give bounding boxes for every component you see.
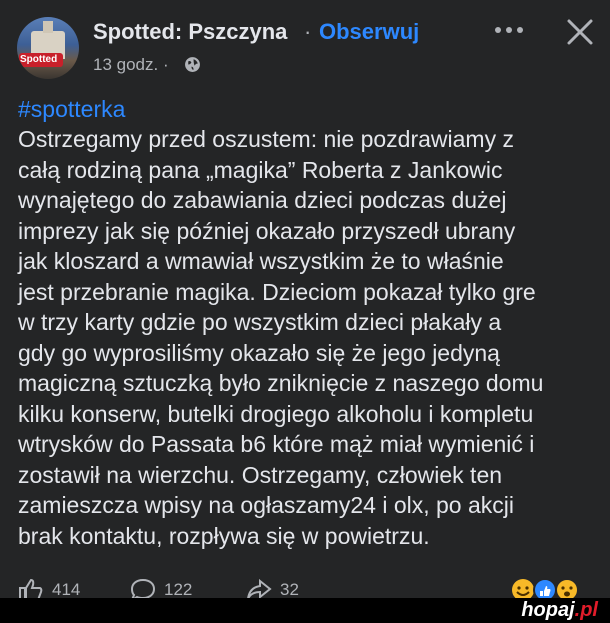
like-button[interactable]: 414 [18,578,80,598]
post-header: Spotted Spotted: Pszczyna · Obserwuj 13 … [0,0,610,90]
close-icon[interactable] [565,17,595,47]
like-count: 414 [52,580,81,598]
post-line: w trzy karty gdzie po wszystkim dzieci p… [18,309,502,335]
post-line: zamieszcza wpisy na ogłaszamy24 i olx, p… [18,492,514,518]
avatar-text: Spotted [20,54,58,65]
post-line: całą rodziną pana „magika” Roberta z Jan… [18,156,503,183]
post-line: gdy go wyprosiliśmy okazało się że jego … [18,339,500,366]
comment-button[interactable]: 122 [130,578,192,598]
follow-button[interactable]: Obserwuj [319,19,419,45]
like-icon [19,578,43,598]
post-line: Ostrzegamy przed oszustem: nie pozdrawia… [18,126,514,152]
post-line: kilku konserw, butelki drogiego alkoholu… [18,400,534,427]
watermark-bar: hopaj.pl [0,598,610,623]
reactions-icon[interactable] [511,577,591,598]
watermark-logo: hopaj.pl [521,598,598,622]
comment-icon [130,578,156,598]
share-icon [247,578,272,598]
watermark-tld: .pl [574,599,598,621]
page-name[interactable]: Spotted: Pszczyna [93,19,287,45]
share-button[interactable]: 32 [246,578,299,598]
post-line: jest przebranie magika. Dzieciom pokazał… [18,278,536,305]
page-avatar[interactable]: Spotted [17,17,79,79]
comment-count: 122 [164,580,193,598]
post-actions: 414 122 32 [0,576,610,598]
more-icon[interactable] [492,20,526,40]
post-timestamp[interactable]: 13 godz. · [93,55,169,75]
title-separator: · [304,19,312,44]
post-line: wynajętego do zabawiania dzieci podczas … [18,187,507,213]
post-line: zostawił na wierzchu. Ostrzegamy, człowi… [18,461,503,488]
post-line: wtrysków do Passata b6 które mąż miał wy… [18,431,535,457]
watermark-brand: hopaj [521,599,575,621]
post-line: imprezy jak się później okazało przyszed… [18,217,516,244]
globe-icon [185,57,200,72]
hashtag-link[interactable]: #spotterka [18,95,125,123]
share-count: 32 [280,580,299,598]
post-line: brak kontaktu, rozpływa się w powietrzu. [18,522,430,549]
post-body: Ostrzegamy przed oszustem: nie pozdrawia… [18,124,603,551]
post-line: magiczną sztuczką było zniknięcie z nasz… [18,370,544,396]
post-line: jak kloszard a wmawiał wszystkim że to w… [18,248,504,274]
